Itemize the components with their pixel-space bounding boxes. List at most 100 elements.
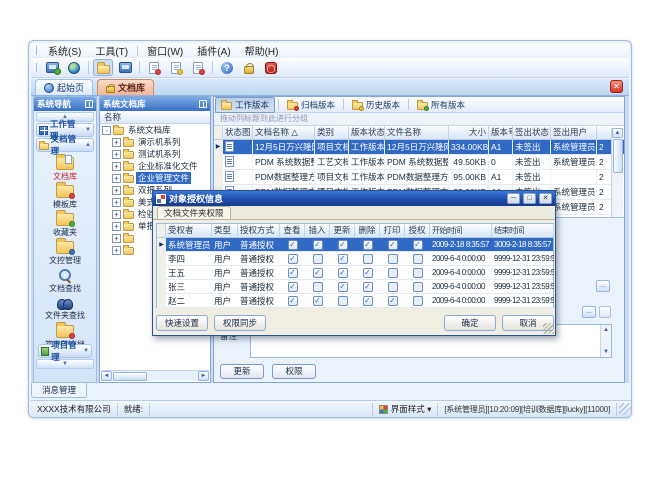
permission-button[interactable]: 权限 bbox=[272, 364, 316, 379]
ellipsis-button[interactable]: ... bbox=[596, 280, 610, 292]
tree-item[interactable]: + 演示机系列 bbox=[100, 136, 210, 148]
tree-item[interactable]: + 测试机系列 bbox=[100, 148, 210, 160]
print-checkbox[interactable] bbox=[388, 296, 398, 306]
help-button[interactable]: ? bbox=[217, 59, 237, 76]
column-type[interactable]: 类型 bbox=[212, 224, 238, 237]
close-panel-button[interactable]: ✕ bbox=[610, 80, 623, 93]
permission-row[interactable]: 赵二 用户 普通授权 2009-6-4 0:00:00 9999-12-31 2… bbox=[157, 294, 553, 308]
expand-icon[interactable]: + bbox=[112, 234, 121, 243]
textarea-scrollbar[interactable]: ▲ ▼ bbox=[600, 325, 611, 357]
dialog-resize-grip[interactable] bbox=[543, 323, 554, 334]
tree-item[interactable]: + 企业标准化文件 bbox=[100, 160, 210, 172]
network-button[interactable] bbox=[64, 59, 84, 76]
dialog-titlebar[interactable]: 对象授权信息 ─ □ ✕ bbox=[153, 191, 555, 206]
tree-column-header[interactable]: 名称 bbox=[100, 111, 210, 124]
menu-plugins[interactable]: 插件(A) bbox=[190, 42, 237, 59]
nav-item-favorites[interactable]: 收藏夹 bbox=[36, 211, 94, 239]
column-view[interactable]: 查看 bbox=[280, 224, 305, 237]
tab-start-page[interactable]: 起始页 bbox=[35, 79, 93, 95]
column-version-status[interactable]: 版本状态 bbox=[349, 126, 385, 139]
column-checkout-status[interactable]: 签出状态 bbox=[513, 126, 551, 139]
tab-all-versions[interactable]: 所有版本 bbox=[412, 98, 470, 112]
expand-icon[interactable]: + bbox=[112, 210, 121, 219]
insert-checkbox[interactable] bbox=[313, 268, 323, 278]
column-doc-name[interactable]: 文档名称 △ bbox=[253, 126, 315, 139]
nav-item-doc-search[interactable]: 文档查找 bbox=[36, 267, 94, 295]
expand-icon[interactable]: + bbox=[112, 162, 121, 171]
expand-icon[interactable]: + bbox=[112, 138, 121, 147]
update-checkbox[interactable] bbox=[338, 268, 348, 278]
tab-working-version[interactable]: 工作版本 bbox=[215, 97, 275, 113]
tab-folder-permissions[interactable]: 文档文件夹权限 bbox=[157, 206, 231, 219]
column-print[interactable]: 打印 bbox=[380, 224, 405, 237]
grant-checkbox[interactable] bbox=[413, 296, 423, 306]
doc-new-button[interactable] bbox=[144, 59, 164, 76]
delete-checkbox[interactable] bbox=[363, 282, 373, 292]
column-insert[interactable]: 插入 bbox=[305, 224, 330, 237]
expand-icon[interactable]: + bbox=[112, 150, 121, 159]
scroll-right-arrow[interactable]: ► bbox=[198, 371, 209, 381]
collapse-expander-icon[interactable]: - bbox=[102, 126, 111, 135]
table-row[interactable]: ▶ 12月5日万兴隆网行... 项目文档 工作版本 12月5日万兴隆网行... … bbox=[214, 140, 624, 155]
grant-checkbox[interactable] bbox=[413, 282, 423, 292]
update-checkbox[interactable] bbox=[338, 282, 348, 292]
tree-horizontal-scrollbar[interactable]: ◄ ► bbox=[101, 370, 209, 381]
resize-grip[interactable] bbox=[619, 403, 631, 415]
scroll-down-arrow[interactable]: ▼ bbox=[603, 347, 609, 357]
pin-icon[interactable] bbox=[199, 100, 207, 108]
nav-item-folder-search[interactable]: 文件夹查找 bbox=[36, 295, 94, 323]
expand-icon[interactable]: + bbox=[112, 246, 121, 255]
table-row[interactable]: PDM 系统数据整理检... 工艺文档 工作版本 PDM 系统数据整理... 4… bbox=[214, 155, 624, 170]
view-checkbox[interactable] bbox=[288, 282, 298, 292]
tree-item-selected[interactable]: + 企业管理文件 bbox=[100, 172, 210, 184]
expand-icon[interactable]: + bbox=[112, 198, 121, 207]
ok-button[interactable]: 确定 bbox=[444, 315, 496, 331]
folder-computer-button[interactable] bbox=[115, 59, 135, 76]
nav-item-doc-control[interactable]: 文控管理 bbox=[36, 239, 94, 267]
insert-checkbox[interactable] bbox=[313, 296, 323, 306]
chevron-up-icon[interactable]: ▲ bbox=[85, 142, 91, 148]
grant-checkbox[interactable] bbox=[413, 254, 423, 264]
nav-item-template-library[interactable]: 模板库 bbox=[36, 183, 94, 211]
column-end-time[interactable]: 结束时间 bbox=[492, 224, 554, 237]
print-checkbox[interactable] bbox=[388, 254, 398, 264]
lock-button[interactable] bbox=[239, 59, 259, 76]
column-status[interactable]: 状态图 bbox=[223, 126, 253, 139]
column-size[interactable]: 大小 bbox=[449, 126, 489, 139]
permission-row[interactable]: 李四 用户 普通授权 2009-6-4 0:00:00 9999-12-31 2… bbox=[157, 252, 553, 266]
chevron-down-icon[interactable]: ▼ bbox=[85, 127, 91, 133]
quick-setup-button[interactable]: 快速设置 bbox=[156, 315, 208, 331]
column-grantee[interactable]: 受权者 bbox=[166, 224, 212, 237]
column-start-time[interactable]: 开始时间 bbox=[430, 224, 492, 237]
scroll-left-arrow[interactable]: ◄ bbox=[101, 371, 112, 381]
interface-style-selector[interactable]: 界面样式 ▾ bbox=[373, 403, 439, 416]
column-grant[interactable]: 授权 bbox=[405, 224, 430, 237]
permission-sync-button[interactable]: 权限同步 bbox=[214, 315, 266, 331]
column-delete[interactable]: 删除 bbox=[355, 224, 380, 237]
expand-icon[interactable]: + bbox=[112, 174, 121, 183]
menu-tools[interactable]: 工具(T) bbox=[88, 42, 135, 59]
scroll-up-arrow[interactable]: ▲ bbox=[612, 128, 623, 138]
print-checkbox[interactable] bbox=[388, 240, 398, 250]
grant-checkbox[interactable] bbox=[413, 240, 423, 250]
insert-checkbox[interactable] bbox=[313, 282, 323, 292]
update-checkbox[interactable] bbox=[338, 254, 348, 264]
doc-delete-button[interactable] bbox=[188, 59, 208, 76]
column-checkout-user[interactable]: 签出用户 bbox=[551, 126, 597, 139]
ellipsis-button[interactable]: ... bbox=[582, 306, 596, 318]
menu-window[interactable]: 窗口(W) bbox=[140, 42, 190, 59]
view-checkbox[interactable] bbox=[288, 296, 298, 306]
doc-open-button[interactable] bbox=[166, 59, 186, 76]
exit-button[interactable]: ◯ bbox=[261, 59, 281, 76]
open-folder-button[interactable] bbox=[93, 59, 113, 76]
print-checkbox[interactable] bbox=[388, 282, 398, 292]
tab-archived-version[interactable]: 归档版本 bbox=[282, 98, 340, 112]
scroll-thumb[interactable] bbox=[113, 372, 147, 381]
delete-checkbox[interactable] bbox=[363, 240, 373, 250]
pin-icon[interactable] bbox=[85, 100, 93, 108]
column-version-no[interactable]: 版本号 bbox=[489, 126, 513, 139]
delete-checkbox[interactable] bbox=[363, 296, 373, 306]
column-update[interactable]: 更新 bbox=[330, 224, 355, 237]
print-checkbox[interactable] bbox=[388, 268, 398, 278]
update-checkbox[interactable] bbox=[338, 240, 348, 250]
